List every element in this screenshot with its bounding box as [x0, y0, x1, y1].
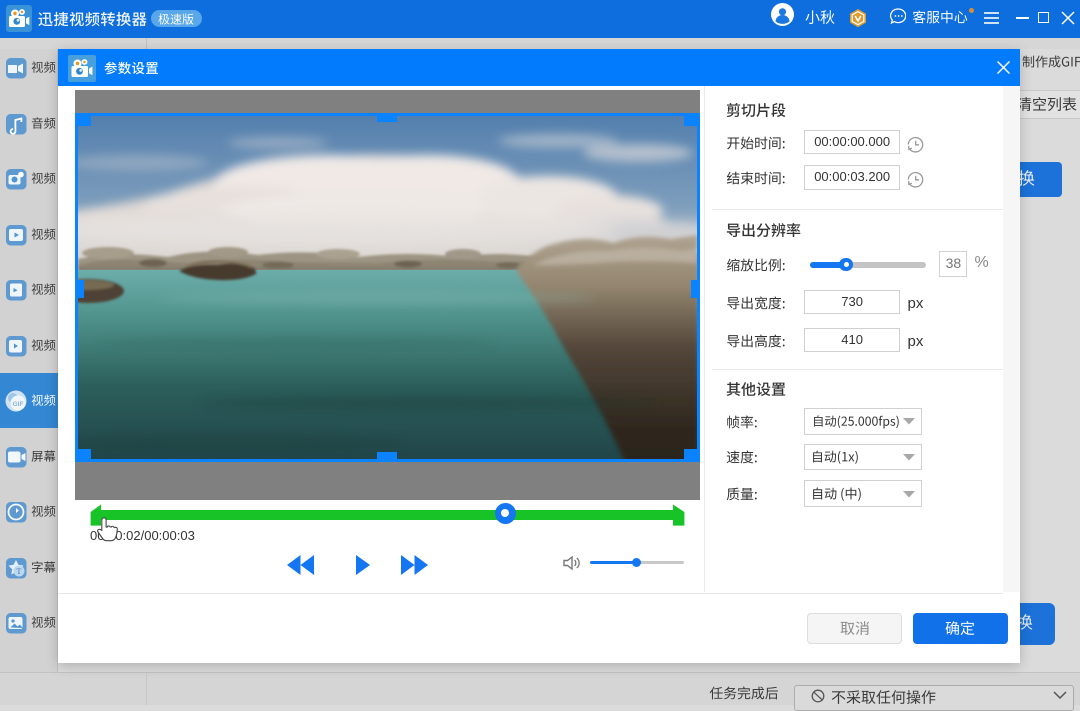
svg-text:T: T	[17, 567, 22, 576]
svg-text:GIF: GIF	[13, 401, 24, 408]
